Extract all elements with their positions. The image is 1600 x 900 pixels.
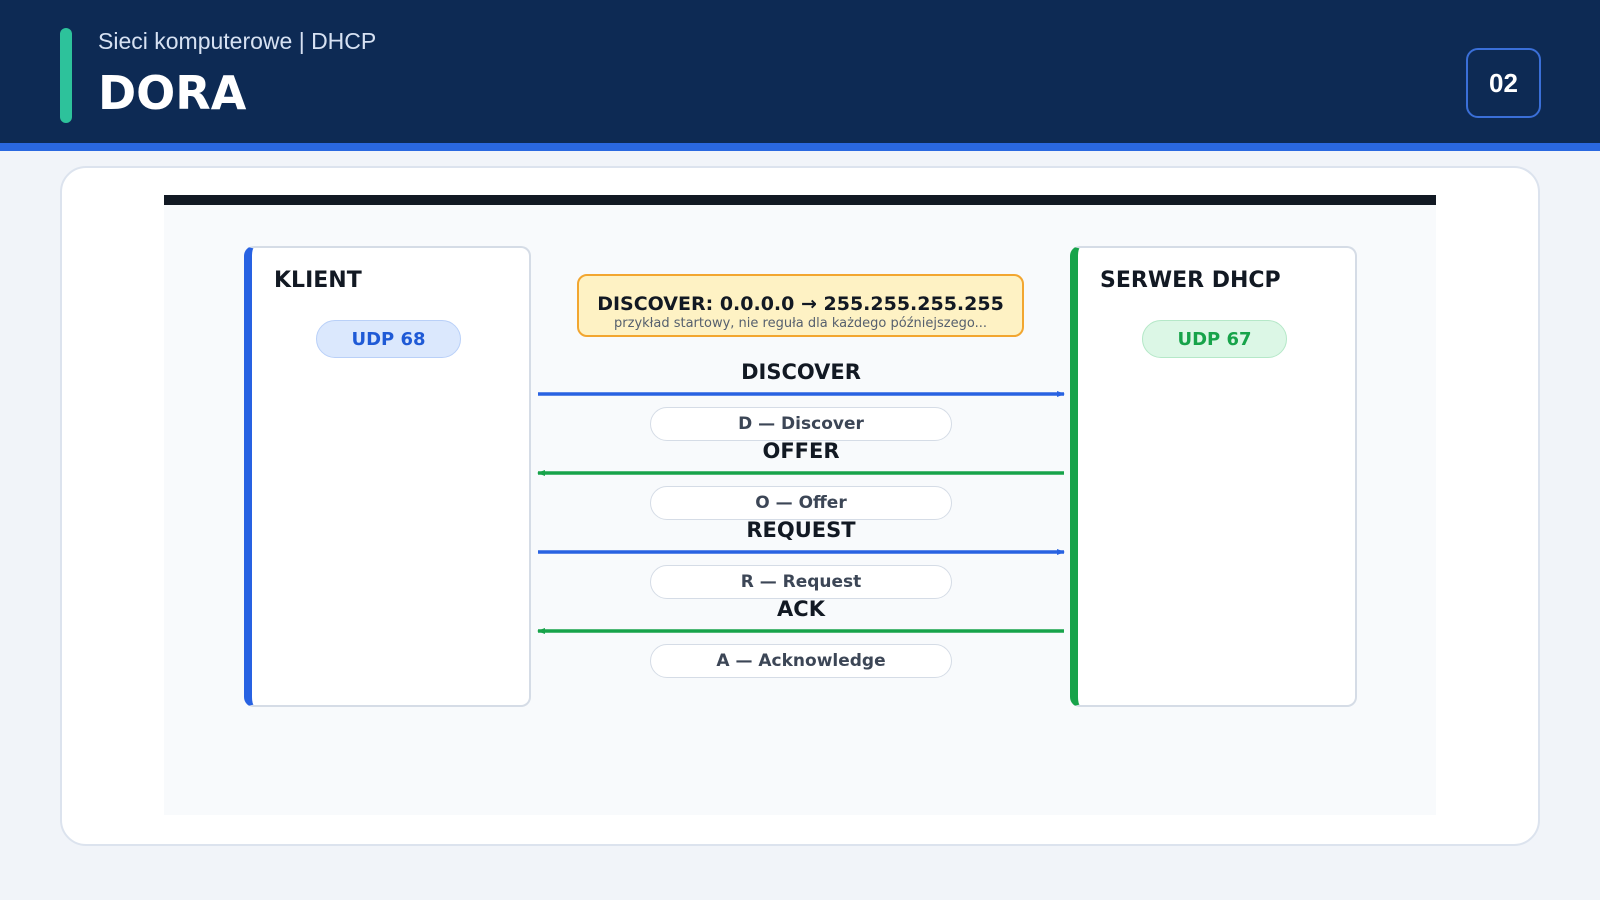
header-underline <box>0 143 1600 151</box>
dora-diagram: KLIENT UDP 68 SERWER DHCP UDP 67 DISCOVE… <box>164 195 1436 815</box>
message-caption-offer: O — Offer <box>650 486 952 520</box>
message-label-offer: OFFER <box>762 439 840 463</box>
message-caption-request: R — Request <box>650 565 952 599</box>
slide-header: Sieci komputerowe | DHCP DORA 02 <box>0 0 1600 143</box>
header-accent-bar <box>60 28 72 123</box>
message-label-discover: DISCOVER <box>741 360 861 384</box>
message-label-ack: ACK <box>777 597 825 621</box>
message-label-request: REQUEST <box>746 518 856 542</box>
message-caption-discover: D — Discover <box>650 407 952 441</box>
slide-title: DORA <box>98 66 247 120</box>
slide-subtitle: Sieci komputerowe | DHCP <box>98 28 377 54</box>
page-number-badge: 02 <box>1466 48 1541 118</box>
message-caption-ack: A — Acknowledge <box>650 644 952 678</box>
